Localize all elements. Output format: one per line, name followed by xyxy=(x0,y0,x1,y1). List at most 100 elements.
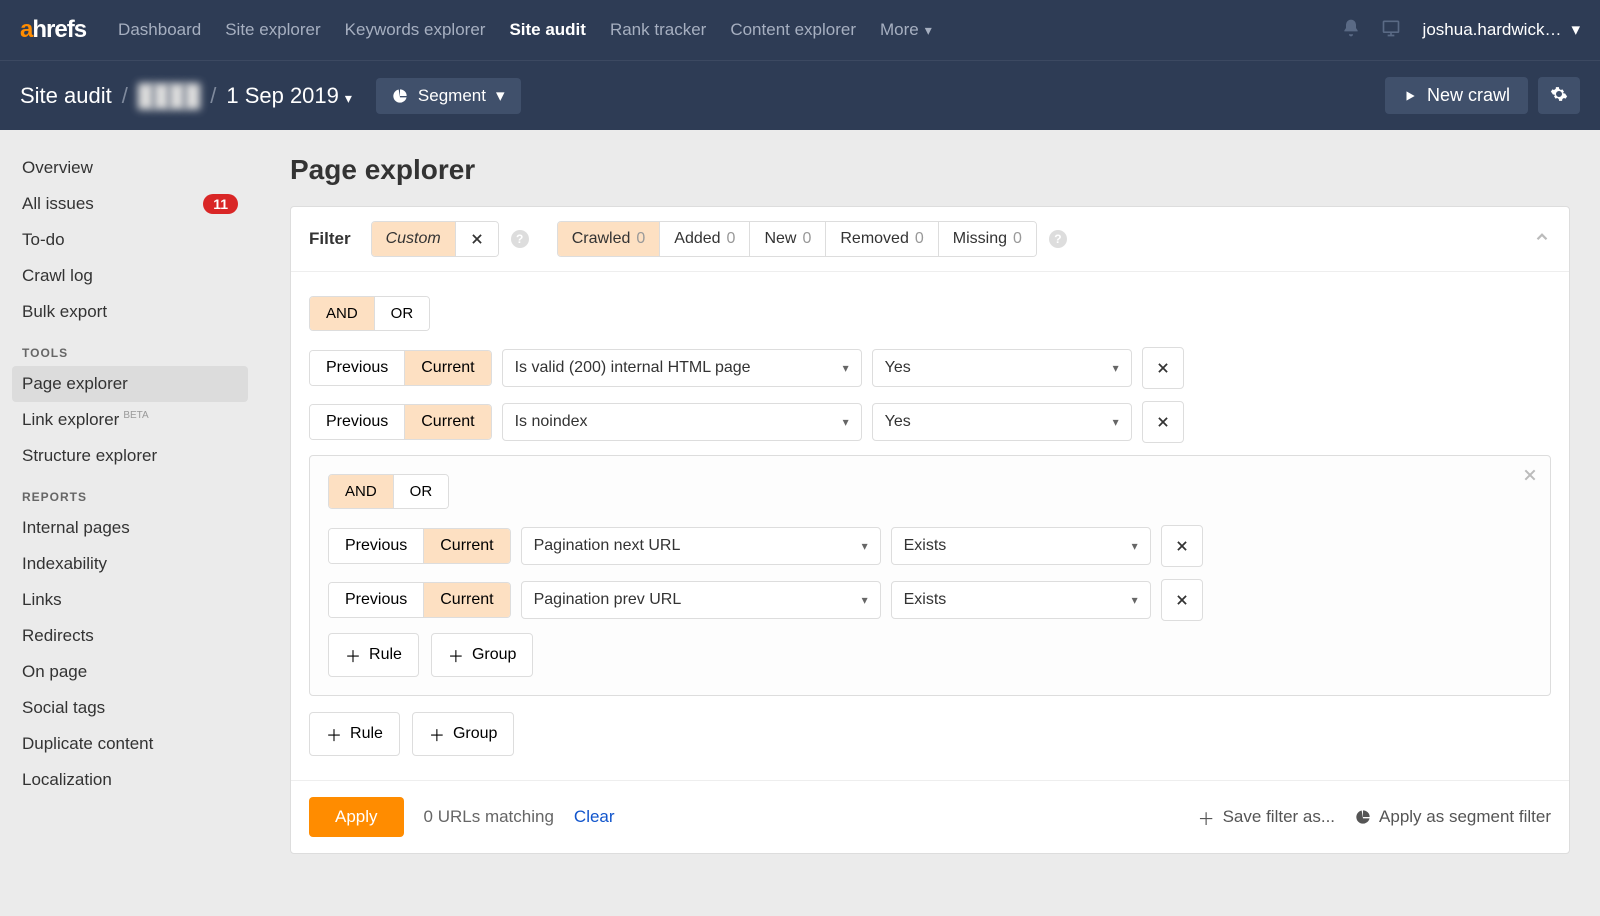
sidebar-item-on-page[interactable]: On page xyxy=(12,654,248,690)
sidebar-head-tools: TOOLS xyxy=(12,330,248,366)
rule-field-select[interactable]: Is valid (200) internal HTML page xyxy=(502,349,862,387)
sidebar-item-page-explorer[interactable]: Page explorer xyxy=(12,366,248,402)
sidebar-item-link-explorer[interactable]: Link explorerBETA xyxy=(12,402,248,438)
previous-button[interactable]: Previous xyxy=(310,405,404,439)
previous-button[interactable]: Previous xyxy=(310,351,404,385)
sidebar-item-overview[interactable]: Overview xyxy=(12,150,248,186)
sidebar-item-todo[interactable]: To-do xyxy=(12,222,248,258)
crumb-site-audit[interactable]: Site audit xyxy=(20,83,112,109)
settings-button[interactable] xyxy=(1538,77,1580,114)
segment-button[interactable]: Segment ▾ xyxy=(376,78,521,114)
new-crawl-label: New crawl xyxy=(1427,85,1510,106)
crumb-date[interactable]: 1 Sep 2019 xyxy=(226,83,352,109)
gear-icon xyxy=(1550,85,1568,103)
remove-group-button[interactable] xyxy=(1522,466,1538,489)
sidebar-item-internal-pages[interactable]: Internal pages xyxy=(12,510,248,546)
rule-value-select[interactable]: Exists xyxy=(891,581,1151,619)
rule-row: Previous Current Pagination prev URL Exi… xyxy=(328,579,1532,621)
tab-new[interactable]: New 0 xyxy=(750,222,826,256)
current-button[interactable]: Current xyxy=(423,583,509,617)
matching-count: 0 URLs matching xyxy=(424,807,554,827)
nav-dashboard[interactable]: Dashboard xyxy=(118,20,201,40)
remove-rule-button[interactable] xyxy=(1142,347,1184,389)
tab-crawled[interactable]: Crawled 0 xyxy=(558,222,661,256)
logic-or[interactable]: OR xyxy=(374,297,430,330)
sidebar-item-localization[interactable]: Localization xyxy=(12,762,248,798)
bell-icon[interactable] xyxy=(1341,18,1361,42)
current-button[interactable]: Current xyxy=(404,351,490,385)
help-icon[interactable]: ? xyxy=(511,230,529,248)
logic-and[interactable]: AND xyxy=(310,297,374,330)
nav-more[interactable]: More xyxy=(880,20,932,40)
sidebar-item-all-issues[interactable]: All issues 11 xyxy=(12,186,248,222)
add-rule-button[interactable]: ＋Rule xyxy=(328,633,419,677)
close-icon xyxy=(470,232,484,246)
remove-rule-button[interactable] xyxy=(1161,579,1203,621)
logic-toggle: AND OR xyxy=(309,296,430,331)
page-title: Page explorer xyxy=(290,154,1570,186)
tab-missing[interactable]: Missing 0 xyxy=(939,222,1036,256)
add-row: ＋Rule ＋Group xyxy=(328,633,1532,677)
nav-site-audit[interactable]: Site audit xyxy=(509,20,586,40)
custom-label[interactable]: Custom xyxy=(372,222,456,256)
clear-link[interactable]: Clear xyxy=(574,807,615,827)
current-button[interactable]: Current xyxy=(423,529,509,563)
sidebar-head-reports: REPORTS xyxy=(12,474,248,510)
sidebar-item-bulk-export[interactable]: Bulk export xyxy=(12,294,248,330)
nav-keywords-explorer[interactable]: Keywords explorer xyxy=(345,20,486,40)
tab-added[interactable]: Added 0 xyxy=(660,222,750,256)
previous-button[interactable]: Previous xyxy=(329,583,423,617)
sidebar-item-social-tags[interactable]: Social tags xyxy=(12,690,248,726)
logic-and[interactable]: AND xyxy=(329,475,393,508)
remove-rule-button[interactable] xyxy=(1161,525,1203,567)
rule-field-select[interactable]: Pagination prev URL xyxy=(521,581,881,619)
logic-toggle: AND OR xyxy=(328,474,449,509)
sidebar-item-indexability[interactable]: Indexability xyxy=(12,546,248,582)
sidebar-item-crawl-log[interactable]: Crawl log xyxy=(12,258,248,294)
new-crawl-button[interactable]: New crawl xyxy=(1385,77,1528,114)
tab-removed[interactable]: Removed 0 xyxy=(826,222,938,256)
chevron-up-icon xyxy=(1533,228,1551,246)
close-custom-filter[interactable] xyxy=(456,222,498,256)
panel-footer: Apply 0 URLs matching Clear ＋Save filter… xyxy=(291,780,1569,853)
apply-button[interactable]: Apply xyxy=(309,797,404,837)
rule-row: Previous Current Is noindex Yes xyxy=(309,401,1551,443)
previous-button[interactable]: Previous xyxy=(329,529,423,563)
nav-content-explorer[interactable]: Content explorer xyxy=(730,20,856,40)
rule-field-select[interactable]: Pagination next URL xyxy=(521,527,881,565)
sidebar-item-duplicate-content[interactable]: Duplicate content xyxy=(12,726,248,762)
sidebar-item-links[interactable]: Links xyxy=(12,582,248,618)
monitor-icon[interactable] xyxy=(1381,18,1401,42)
logo[interactable]: ahrefs xyxy=(20,16,86,44)
user-menu[interactable]: joshua.hardwick… ▾ xyxy=(1423,20,1580,40)
sidebar-item-structure-explorer[interactable]: Structure explorer xyxy=(12,438,248,474)
nav-rank-tracker[interactable]: Rank tracker xyxy=(610,20,706,40)
filter-bar: Filter Custom ? Crawled 0 Added 0 New 0 … xyxy=(291,207,1569,272)
close-icon xyxy=(1175,539,1189,553)
sidebar-item-redirects[interactable]: Redirects xyxy=(12,618,248,654)
rule-value-select[interactable]: Yes xyxy=(872,403,1132,441)
rule-value-select[interactable]: Exists xyxy=(891,527,1151,565)
collapse-toggle[interactable] xyxy=(1533,228,1551,250)
apply-as-segment[interactable]: Apply as segment filter xyxy=(1355,807,1551,827)
add-group-button[interactable]: ＋Group xyxy=(431,633,533,677)
add-rule-button[interactable]: ＋Rule xyxy=(309,712,400,756)
rule-value-select[interactable]: Yes xyxy=(872,349,1132,387)
chevron-down-icon: ▾ xyxy=(1571,20,1580,40)
filter-builder: AND OR Previous Current Is valid (200) i… xyxy=(291,272,1569,780)
rule-field-select[interactable]: Is noindex xyxy=(502,403,862,441)
prev-curr-toggle: Previous Current xyxy=(309,350,492,386)
save-filter-as[interactable]: ＋Save filter as... xyxy=(1198,805,1335,830)
rule-group: AND OR Previous Current Pagination next … xyxy=(309,455,1551,696)
nav-site-explorer[interactable]: Site explorer xyxy=(225,20,320,40)
custom-filter-pill: Custom xyxy=(371,221,499,257)
crumb-project[interactable]: ████ xyxy=(138,83,200,109)
logic-or[interactable]: OR xyxy=(393,475,449,508)
logo-a: a xyxy=(20,16,32,43)
add-group-button[interactable]: ＋Group xyxy=(412,712,514,756)
prev-curr-toggle: Previous Current xyxy=(309,404,492,440)
filter-label: Filter xyxy=(309,229,351,249)
help-icon[interactable]: ? xyxy=(1049,230,1067,248)
remove-rule-button[interactable] xyxy=(1142,401,1184,443)
current-button[interactable]: Current xyxy=(404,405,490,439)
